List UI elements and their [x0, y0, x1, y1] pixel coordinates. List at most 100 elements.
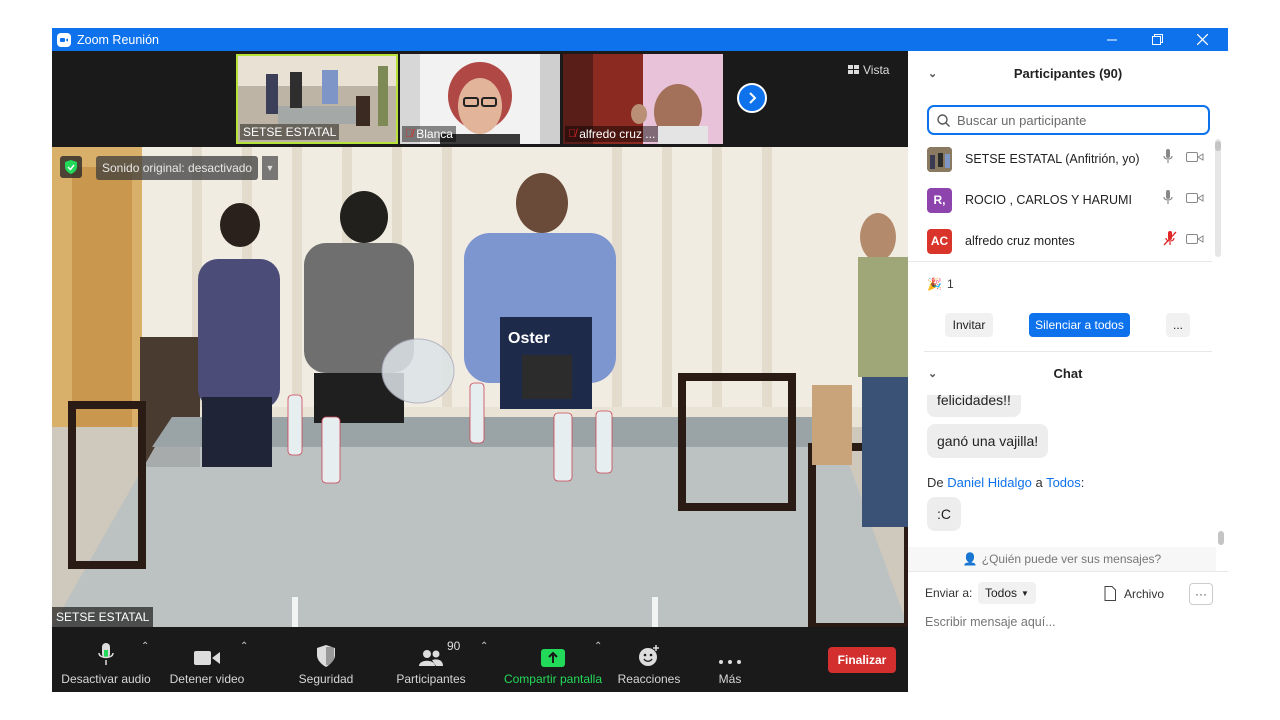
more-button[interactable]: Más: [706, 627, 754, 692]
video-camera-icon: [194, 637, 220, 667]
send-to-value: Todos: [985, 586, 1018, 600]
view-button[interactable]: Vista: [848, 63, 889, 77]
window-title: Zoom Reunión: [77, 32, 159, 47]
chevron-right-icon: [749, 92, 757, 104]
microphone-icon[interactable]: [1163, 190, 1173, 210]
original-sound-toggle[interactable]: Sonido original: desactivado: [96, 156, 259, 180]
video-thumbnail[interactable]: 🎙̸ Blanca: [400, 54, 560, 144]
close-icon[interactable]: [1182, 28, 1222, 51]
mic-muted-icon: 🎙̸: [568, 128, 577, 140]
speaker-name: SETSE ESTATAL: [52, 607, 154, 627]
thumbnail-name: SETSE ESTATAL: [240, 124, 340, 140]
participants-title: Participantes (90): [1013, 65, 1123, 81]
more-dots-icon: [718, 637, 742, 667]
side-panel: ⌄ Participantes (90) SETSE ESTATAL (Anfi…: [908, 51, 1228, 692]
file-label: Archivo: [1124, 586, 1165, 601]
search-icon: [937, 113, 950, 127]
encryption-shield-icon[interactable]: [60, 156, 82, 178]
collapse-chevron-icon[interactable]: ⌄: [928, 67, 937, 80]
chat-message-input[interactable]: [925, 612, 1205, 632]
participant-search[interactable]: [927, 105, 1210, 135]
reaction-summary: 🎉 1: [927, 277, 954, 291]
minimize-icon[interactable]: [1092, 28, 1132, 51]
send-to-select[interactable]: Todos ▼: [978, 582, 1036, 604]
chat-more-button[interactable]: ···: [1189, 583, 1213, 605]
chevron-down-icon[interactable]: ▼: [262, 156, 278, 180]
microphone-muted-icon[interactable]: [1163, 231, 1177, 251]
mute-audio-button[interactable]: Desactivar audio: [60, 627, 152, 692]
end-meeting-button[interactable]: Finalizar: [828, 647, 896, 673]
participant-row[interactable]: R, ROCIO , CARLOS Y HARUMI: [908, 180, 1228, 220]
to-word: a: [1035, 475, 1043, 490]
share-screen-icon: [541, 637, 565, 667]
file-button[interactable]: Archivo: [1104, 586, 1164, 601]
who-can-see-link[interactable]: 👤 ¿Quién puede ver sus mensajes?: [908, 547, 1216, 571]
stop-video-label: Detener video: [169, 672, 245, 686]
participants-options-chevron-icon[interactable]: ⌃: [480, 641, 488, 652]
file-icon: [1104, 586, 1116, 601]
from-prefix: De: [927, 475, 944, 490]
view-label: Vista: [863, 63, 890, 77]
participant-search-input[interactable]: [955, 111, 1199, 129]
video-options-chevron-icon[interactable]: ⌃: [240, 641, 248, 652]
recipient-name[interactable]: Todos: [1046, 475, 1081, 490]
divider: [908, 571, 1228, 572]
grid-icon: [848, 65, 859, 74]
send-to-label: Enviar a:: [925, 586, 973, 600]
chat-header: ⌄ Chat: [908, 351, 1228, 395]
restore-icon[interactable]: [1137, 28, 1177, 51]
participant-row[interactable]: SETSE ESTATAL (Anfitrión, yo): [908, 139, 1228, 179]
participants-icon: 90: [419, 637, 460, 667]
chat-message: felicidades!!: [927, 395, 1021, 417]
video-camera-icon[interactable]: [1186, 191, 1204, 209]
next-page-button[interactable]: [737, 83, 767, 113]
audio-options-chevron-icon[interactable]: ⌃: [141, 641, 149, 652]
zoom-window: Zoom Reunión SETSE ESTATAL 🎙̸ Blanca 🎙̸ …: [52, 28, 1228, 692]
avatar: [927, 146, 952, 172]
main-video: Oster Sonido original: desactivado ▼ SET…: [52, 147, 908, 627]
svg-text:Oster: Oster: [508, 330, 550, 347]
zoom-logo-icon: [57, 32, 71, 47]
main-video-image: Oster: [52, 147, 908, 627]
video-thumbnail[interactable]: SETSE ESTATAL: [236, 54, 398, 144]
participant-row[interactable]: AC alfredo cruz montes: [908, 221, 1228, 261]
more-label: Más: [718, 672, 742, 686]
share-screen-label: Compartir pantalla: [503, 672, 603, 686]
participants-button[interactable]: 90 Participantes: [392, 627, 470, 692]
video-thumbnail[interactable]: 🎙̸ alfredo cruz ...: [563, 54, 723, 144]
thumbnail-name: 🎙̸ alfredo cruz ...: [565, 126, 659, 142]
share-screen-button[interactable]: Compartir pantalla: [500, 627, 606, 692]
video-camera-icon[interactable]: [1186, 150, 1204, 168]
microphone-icon[interactable]: [1163, 149, 1173, 169]
person-icon: 👤: [962, 552, 978, 566]
sender-name[interactable]: Daniel Hidalgo: [947, 475, 1032, 490]
security-label: Seguridad: [298, 672, 354, 686]
party-popper-icon: 🎉: [927, 277, 942, 291]
title-bar: Zoom Reunión: [52, 28, 1228, 51]
security-button[interactable]: Seguridad: [292, 627, 360, 692]
share-options-chevron-icon[interactable]: ⌃: [594, 641, 602, 652]
mute-audio-label: Desactivar audio: [61, 672, 151, 686]
participants-scrollbar-thumb[interactable]: [1215, 141, 1221, 151]
mute-all-button[interactable]: Silenciar a todos: [1029, 313, 1130, 337]
chat-messages: felicidades!! ganó una vajilla! De Danie…: [908, 395, 1218, 543]
microphone-icon: [96, 637, 116, 667]
stop-video-button[interactable]: Detener video: [164, 627, 250, 692]
avatar: R,: [927, 187, 952, 213]
chat-message: :C: [927, 497, 961, 531]
more-options-button[interactable]: ...: [1166, 313, 1190, 337]
chat-title: Chat: [1053, 365, 1083, 381]
participant-name: ROCIO , CARLOS Y HARUMI: [965, 193, 1132, 207]
collapse-chevron-icon[interactable]: ⌄: [928, 367, 937, 380]
thumbnail-strip: SETSE ESTATAL 🎙̸ Blanca 🎙̸ alfredo cruz …: [52, 51, 908, 147]
video-camera-icon[interactable]: [1186, 232, 1204, 250]
who-can-see-label: ¿Quién puede ver sus mensajes?: [981, 552, 1162, 566]
thumbnail-name: 🎙̸ Blanca: [402, 126, 456, 142]
mic-muted-icon: 🎙̸: [405, 128, 414, 140]
reactions-button[interactable]: Reacciones: [614, 627, 684, 692]
invite-button[interactable]: Invitar: [945, 313, 993, 337]
avatar: AC: [927, 228, 952, 254]
participants-scrollbar[interactable]: [1215, 139, 1221, 257]
chat-scrollbar-thumb[interactable]: [1218, 531, 1224, 545]
shield-icon: [317, 637, 335, 667]
